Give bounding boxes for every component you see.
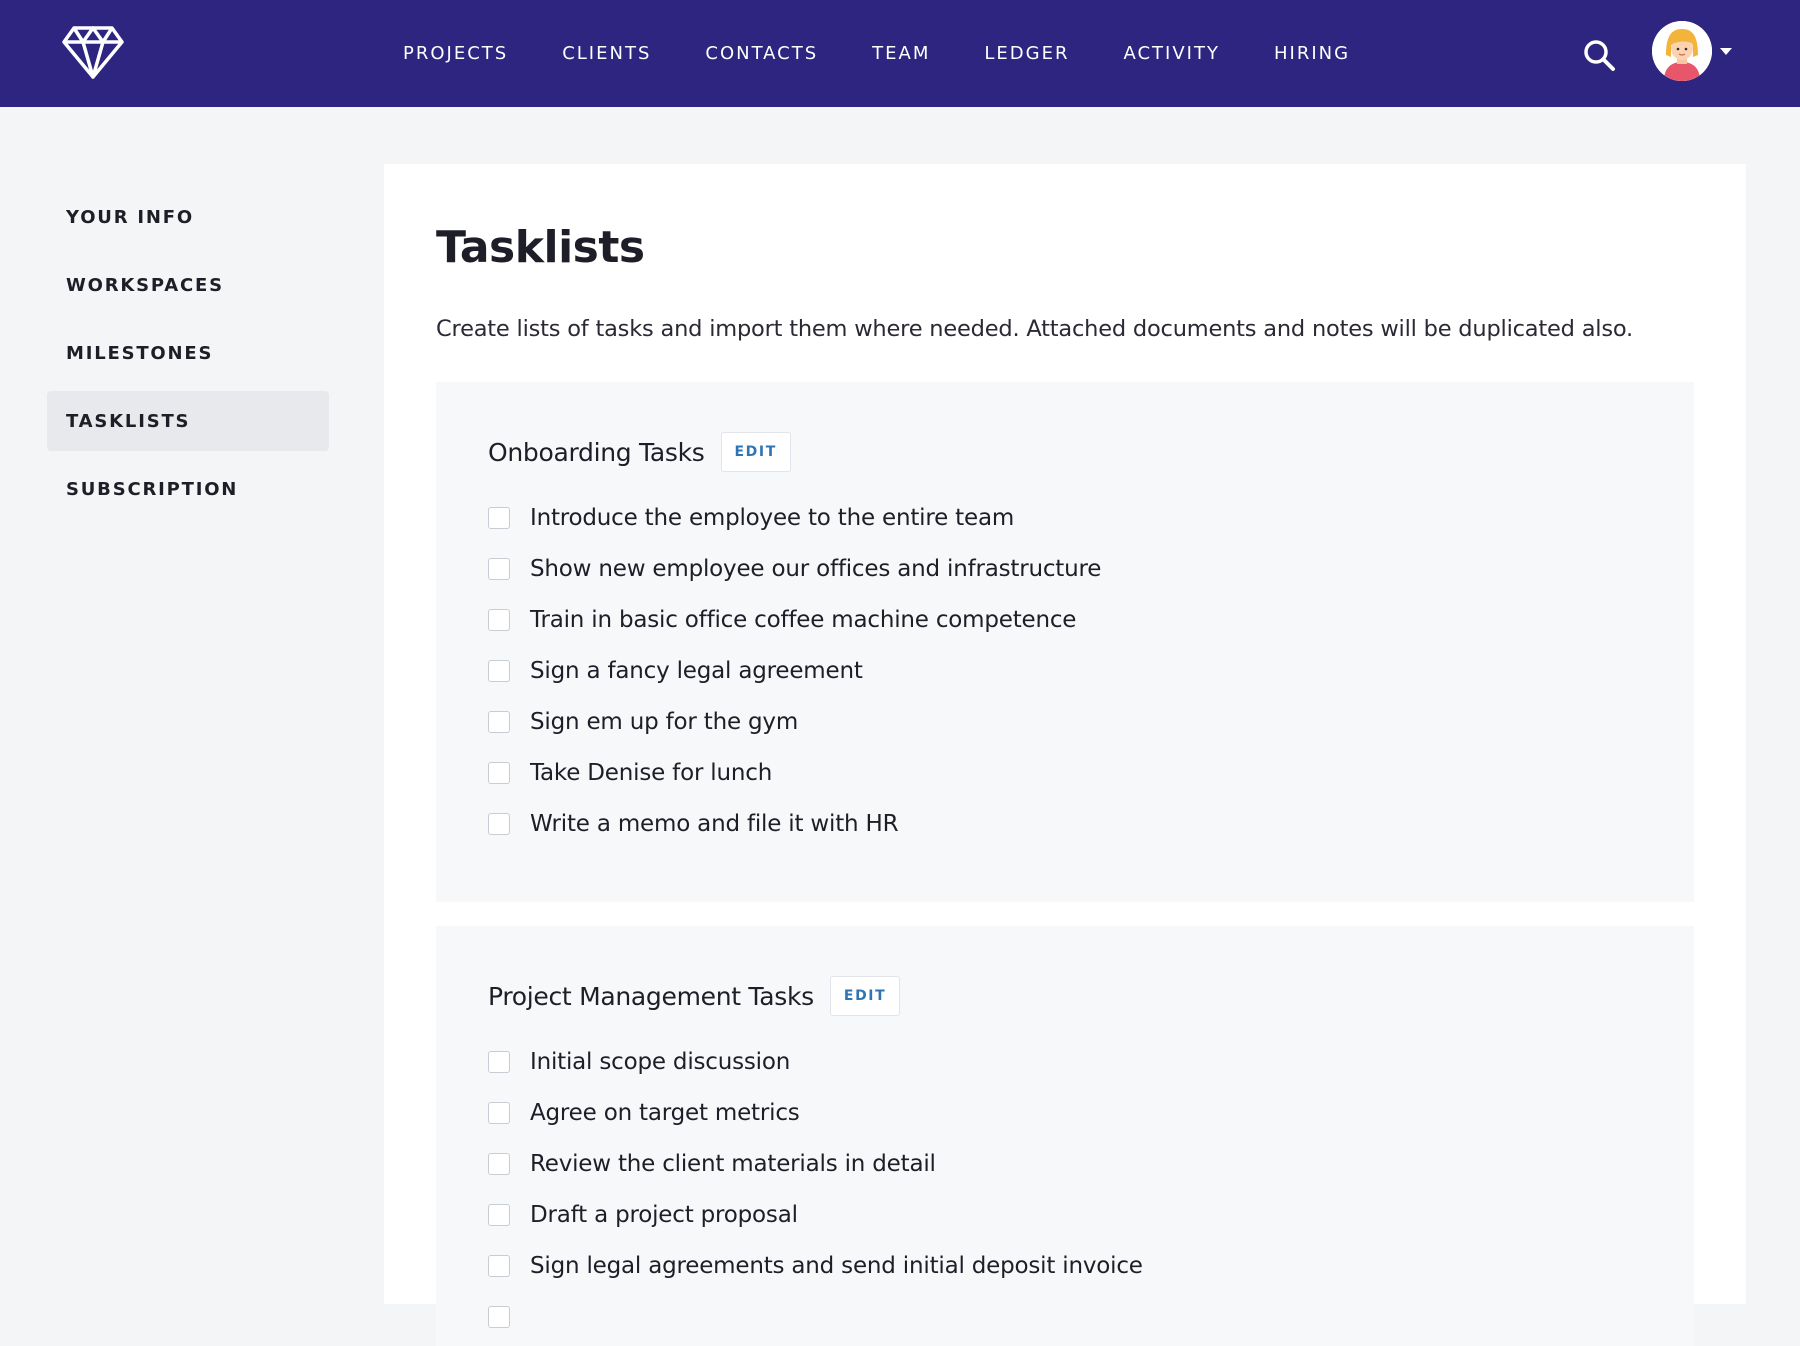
task-label: Draft a project proposal xyxy=(530,1201,798,1228)
nav-ledger[interactable]: LEDGER xyxy=(984,43,1069,64)
task-item: Write a memo and file it with HR xyxy=(488,798,1101,849)
nav-contacts[interactable]: CONTACTS xyxy=(705,43,818,64)
task-label: Initial scope discussion xyxy=(530,1048,791,1075)
task-list: Initial scope discussion Agree on target… xyxy=(488,1036,1143,1342)
task-item: Draft a project proposal xyxy=(488,1189,1143,1240)
task-label: Sign em up for the gym xyxy=(530,708,799,735)
task-checkbox[interactable] xyxy=(488,659,510,682)
edit-button[interactable]: EDIT xyxy=(720,432,791,472)
tasklist-title: Project Management Tasks xyxy=(488,981,814,1011)
task-item: Review the client materials in detail xyxy=(488,1138,1143,1189)
settings-sidebar: YOUR INFO WORKSPACES MILESTONES TASKLIST… xyxy=(47,187,329,527)
task-item: Train in basic office coffee machine com… xyxy=(488,594,1101,645)
task-list: Introduce the employee to the entire tea… xyxy=(488,492,1101,849)
page-description: Create lists of tasks and import them wh… xyxy=(436,316,1633,342)
sidebar-item-tasklists[interactable]: TASKLISTS xyxy=(47,391,329,451)
task-item: Sign legal agreements and send initial d… xyxy=(488,1240,1143,1291)
tasklist-header: Project Management Tasks EDIT xyxy=(488,976,901,1016)
task-item: Agree on target metrics xyxy=(488,1087,1143,1138)
task-checkbox[interactable] xyxy=(488,1254,510,1277)
task-label: Take Denise for lunch xyxy=(530,759,773,786)
tasklist-card-onboarding: Onboarding Tasks EDIT Introduce the empl… xyxy=(436,382,1694,902)
task-item: Sign a fancy legal agreement xyxy=(488,645,1101,696)
sidebar-item-workspaces[interactable]: WORKSPACES xyxy=(47,255,329,315)
task-label: Sign legal agreements and send initial d… xyxy=(530,1252,1143,1279)
search-icon[interactable] xyxy=(1582,38,1616,72)
diamond-logo-icon[interactable] xyxy=(62,24,124,80)
tasklist-card-project-management: Project Management Tasks EDIT Initial sc… xyxy=(436,926,1694,1346)
main-panel: Tasklists Create lists of tasks and impo… xyxy=(384,164,1746,1346)
task-checkbox[interactable] xyxy=(488,1152,510,1175)
task-checkbox[interactable] xyxy=(488,557,510,580)
task-item: Introduce the employee to the entire tea… xyxy=(488,492,1101,543)
task-checkbox[interactable] xyxy=(488,608,510,631)
task-label: Agree on target metrics xyxy=(530,1099,800,1126)
avatar[interactable] xyxy=(1652,21,1712,81)
sidebar-item-subscription[interactable]: SUBSCRIPTION xyxy=(47,459,329,519)
task-label: Introduce the employee to the entire tea… xyxy=(530,504,1015,531)
task-item: Sign em up for the gym xyxy=(488,696,1101,747)
sidebar-item-your-info[interactable]: YOUR INFO xyxy=(47,187,329,247)
task-checkbox[interactable] xyxy=(488,1305,510,1328)
nav-activity[interactable]: ACTIVITY xyxy=(1123,43,1219,64)
task-label: Review the client materials in detail xyxy=(530,1150,936,1177)
task-checkbox[interactable] xyxy=(488,1101,510,1124)
task-item: Show new employee our offices and infras… xyxy=(488,543,1101,594)
edit-button[interactable]: EDIT xyxy=(829,976,901,1016)
nav-projects[interactable]: PROJECTS xyxy=(403,43,508,64)
task-label: Sign a fancy legal agreement xyxy=(530,657,863,684)
task-checkbox[interactable] xyxy=(488,506,510,529)
task-checkbox[interactable] xyxy=(488,761,510,784)
task-item: Take Denise for lunch xyxy=(488,747,1101,798)
tasklist-title: Onboarding Tasks xyxy=(488,437,705,467)
task-checkbox[interactable] xyxy=(488,1050,510,1073)
task-checkbox[interactable] xyxy=(488,710,510,733)
tasklist-header: Onboarding Tasks EDIT xyxy=(488,432,791,472)
task-checkbox[interactable] xyxy=(488,1203,510,1226)
nav-hiring[interactable]: HIRING xyxy=(1274,43,1350,64)
task-item: Initial scope discussion xyxy=(488,1036,1143,1087)
nav-team[interactable]: TEAM xyxy=(872,43,930,64)
top-navbar: PROJECTS CLIENTS CONTACTS TEAM LEDGER AC… xyxy=(0,0,1800,107)
account-menu[interactable] xyxy=(1652,21,1732,83)
task-item xyxy=(488,1291,1143,1342)
task-label: Show new employee our offices and infras… xyxy=(530,555,1102,582)
sidebar-item-milestones[interactable]: MILESTONES xyxy=(47,323,329,383)
page-title: Tasklists xyxy=(436,222,645,273)
nav-clients[interactable]: CLIENTS xyxy=(562,43,651,64)
task-label: Train in basic office coffee machine com… xyxy=(530,606,1077,633)
task-label: Write a memo and file it with HR xyxy=(530,810,899,837)
avatar-image-icon xyxy=(1652,21,1712,81)
chevron-down-icon[interactable] xyxy=(1720,48,1732,55)
main-nav: PROJECTS CLIENTS CONTACTS TEAM LEDGER AC… xyxy=(403,0,1404,107)
task-checkbox[interactable] xyxy=(488,812,510,835)
